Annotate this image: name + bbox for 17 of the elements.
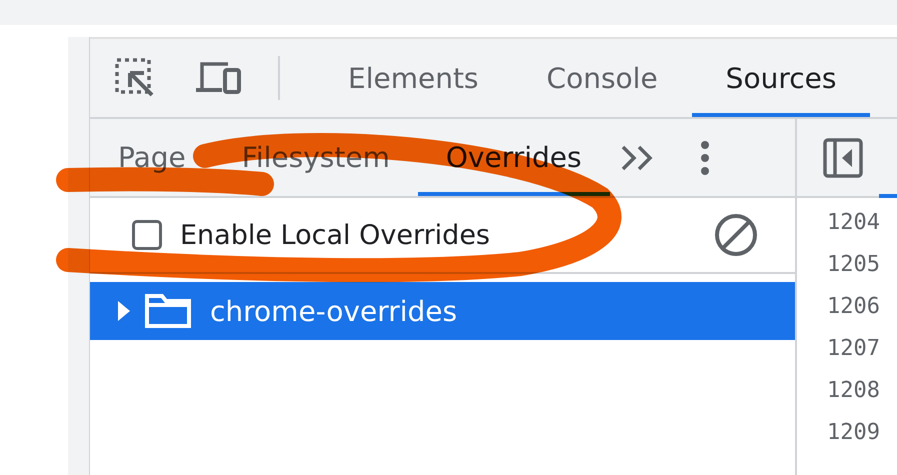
line-number: 1204	[827, 209, 881, 237]
sidebar-toggle-icon[interactable]	[823, 138, 863, 178]
panel-tab[interactable]: Elements	[314, 39, 513, 117]
more-options-icon[interactable]	[700, 140, 710, 174]
device-icon[interactable]	[194, 60, 242, 96]
folder-icon	[144, 293, 192, 329]
navigator-tab[interactable]: Page	[90, 119, 214, 196]
line-number: 1209	[827, 419, 881, 447]
clear-icon[interactable]	[713, 212, 759, 258]
line-number: 1208	[827, 377, 881, 405]
line-number: 1206	[827, 293, 881, 321]
line-number: 1207	[827, 335, 881, 363]
line-number: 1205	[827, 251, 881, 279]
panel-tab[interactable]: Console	[512, 39, 692, 117]
enable-overrides-checkbox[interactable]: Enable Local Overrides	[132, 220, 490, 250]
tree-item[interactable]: chrome-overrides	[90, 282, 795, 340]
expand-arrow-icon[interactable]	[116, 299, 132, 323]
